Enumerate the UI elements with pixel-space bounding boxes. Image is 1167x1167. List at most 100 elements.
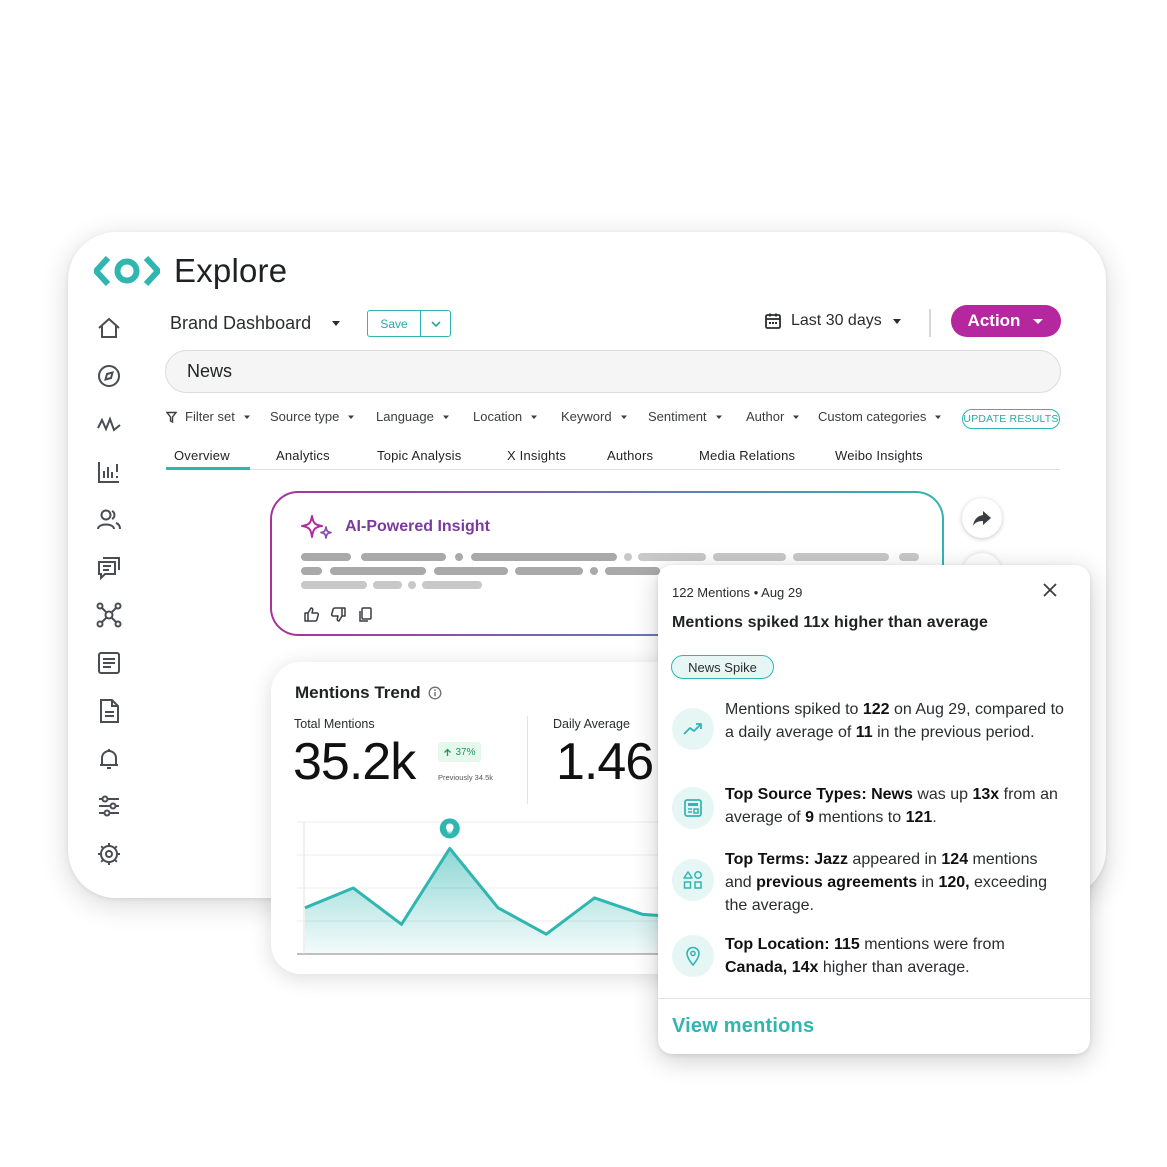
- mention-count: 122 Mentions: [672, 585, 751, 600]
- caret-down-icon: [935, 415, 942, 419]
- tab-analytics[interactable]: Analytics: [276, 448, 330, 463]
- active-tab-indicator: [166, 467, 250, 470]
- mentions-trend-card: Mentions Trend Total Mentions 35.2k 37% …: [271, 662, 701, 974]
- ai-insight-title: AI-Powered Insight: [345, 518, 490, 535]
- close-icon[interactable]: [1040, 580, 1060, 600]
- save-button-group: Save: [367, 310, 451, 337]
- filter-label: Author: [746, 409, 785, 424]
- caret-down-icon: [348, 415, 355, 419]
- chat-icon[interactable]: [95, 554, 123, 582]
- date-range-label: Last 30 days: [791, 312, 882, 329]
- insight-source-types: Top Source Types: News was up 13x from a…: [725, 786, 1058, 826]
- calendar-icon: [765, 313, 781, 329]
- home-icon[interactable]: [95, 314, 123, 342]
- tab-overview[interactable]: Overview: [166, 448, 238, 463]
- search-input[interactable]: [187, 361, 1047, 382]
- settings-icon[interactable]: [95, 840, 123, 868]
- filter-label: Filter set: [185, 409, 235, 424]
- change-badge: 37%: [438, 742, 481, 762]
- news-source-icon: [672, 787, 714, 829]
- thumbs-up-icon[interactable]: [303, 606, 320, 623]
- filter-custom-categories[interactable]: Custom categories: [818, 409, 942, 424]
- popup-meta: 122 Mentions • Aug 29: [672, 585, 802, 600]
- chevron-down-icon: [430, 320, 441, 327]
- caret-down-icon: [1033, 319, 1044, 324]
- placeholder-line: [434, 567, 508, 575]
- caret-down-icon: [442, 415, 449, 419]
- placeholder-line: [471, 553, 617, 561]
- filter-label: Sentiment: [648, 409, 707, 424]
- action-button[interactable]: Action: [951, 305, 1061, 337]
- placeholder-line: [373, 581, 402, 589]
- caret-down-icon: [620, 415, 627, 419]
- dashboard-selector[interactable]: Brand Dashboard: [170, 313, 311, 334]
- filter-set-dropdown[interactable]: Filter set: [166, 409, 251, 424]
- placeholder-line: [301, 567, 322, 575]
- arrow-up-icon: [444, 748, 452, 756]
- filter-keyword[interactable]: Keyword: [561, 409, 628, 424]
- placeholder-line: [624, 553, 632, 561]
- compass-icon[interactable]: [95, 362, 123, 390]
- spike-detail-popup: 122 Mentions • Aug 29 Mentions spiked 11…: [658, 565, 1090, 1054]
- view-mentions-link[interactable]: View mentions: [672, 1015, 814, 1038]
- bar-chart-icon[interactable]: [95, 458, 123, 486]
- update-results-button[interactable]: UPDATE RESULTS: [962, 409, 1060, 429]
- stat-divider: [527, 716, 528, 804]
- filter-label: Source type: [270, 409, 340, 424]
- toolbar-divider: [929, 309, 931, 337]
- filter-sentiment[interactable]: Sentiment: [648, 409, 723, 424]
- info-icon[interactable]: [428, 686, 442, 700]
- placeholder-line: [455, 553, 463, 561]
- logo-icon: [94, 255, 160, 287]
- filter-label: Custom categories: [818, 409, 927, 424]
- sparkle-icon: [301, 515, 332, 539]
- report-icon[interactable]: [95, 697, 123, 725]
- insight-top-terms: Top Terms: Jazz appeared in 124 mentions…: [725, 851, 1047, 914]
- filter-author[interactable]: Author: [746, 409, 800, 424]
- mentions-trend-chart: [297, 818, 701, 955]
- placeholder-line: [605, 567, 660, 575]
- trend-icon[interactable]: [95, 410, 123, 438]
- page-title: Explore: [174, 252, 288, 289]
- caret-down-icon: [715, 415, 722, 419]
- filter-location[interactable]: Location: [473, 409, 538, 424]
- tab-topic-analysis[interactable]: Topic Analysis: [377, 448, 461, 463]
- filter-bar: Filter set Source type Language Location…: [166, 409, 946, 429]
- change-value: 37%: [455, 746, 476, 758]
- insight-mentions: Mentions spiked to 122 on Aug 29, compar…: [725, 701, 1064, 741]
- share-button[interactable]: [962, 498, 1002, 538]
- share-icon: [973, 511, 991, 526]
- filter-label: Location: [473, 409, 523, 424]
- caret-down-icon: [531, 415, 538, 419]
- bell-icon[interactable]: [95, 745, 123, 773]
- trend-up-icon: [672, 708, 714, 750]
- caret-down-icon[interactable]: [330, 317, 342, 329]
- save-options-button[interactable]: [420, 311, 450, 336]
- filter-language[interactable]: Language: [376, 409, 450, 424]
- network-icon[interactable]: [95, 601, 123, 629]
- location-pin-icon: [672, 935, 714, 977]
- users-icon[interactable]: [95, 506, 123, 534]
- action-button-label: Action: [967, 311, 1021, 330]
- tab-weibo-insights[interactable]: Weibo Insights: [835, 448, 923, 463]
- daily-average-label: Daily Average: [553, 717, 630, 731]
- date-range-picker[interactable]: Last 30 days: [764, 312, 903, 330]
- thumbs-down-icon[interactable]: [330, 606, 347, 623]
- filter-source-type[interactable]: Source type: [270, 409, 355, 424]
- save-button[interactable]: Save: [368, 311, 420, 336]
- tab-authors[interactable]: Authors: [607, 448, 653, 463]
- filter-label: Keyword: [561, 409, 612, 424]
- tab-x-insights[interactable]: X Insights: [507, 448, 566, 463]
- placeholder-line: [590, 567, 598, 575]
- placeholder-line: [408, 581, 416, 589]
- placeholder-line: [330, 567, 426, 575]
- placeholder-line: [301, 581, 367, 589]
- copy-icon[interactable]: [357, 606, 374, 623]
- meta-separator: •: [753, 585, 759, 600]
- previous-value-note: Previously 34.5k: [438, 773, 494, 782]
- document-list-icon[interactable]: [95, 649, 123, 677]
- placeholder-line: [713, 553, 786, 561]
- tab-media-relations[interactable]: Media Relations: [699, 448, 795, 463]
- sliders-icon[interactable]: [95, 792, 123, 820]
- spike-marker[interactable]: [439, 818, 460, 839]
